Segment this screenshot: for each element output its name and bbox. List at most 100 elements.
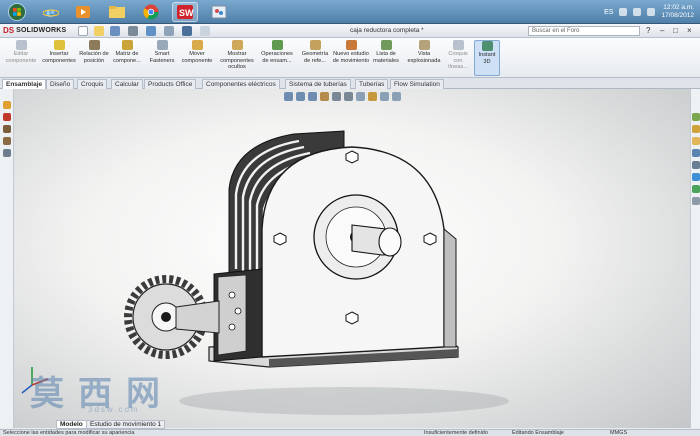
file-explorer-icon[interactable] (104, 2, 130, 22)
command-manager: Editar componente Insertar componentes R… (0, 38, 700, 78)
bill-of-materials-button[interactable]: Lista de materiales (370, 40, 402, 64)
solidworks-taskbar-icon[interactable]: SW (172, 2, 198, 22)
model-shadow (179, 387, 509, 415)
tab-tuberias[interactable]: Tuberías (355, 79, 389, 89)
new-motion-study-button[interactable]: Nuevo estudio de movimiento (332, 40, 370, 64)
app-titlebar: DS SOLIDWORKS caja reductora completa * … (0, 24, 700, 38)
status-units[interactable]: MMGS (610, 430, 627, 436)
svg-text:SW: SW (179, 8, 194, 18)
search-forum-input[interactable]: Buscar en el Foro (528, 26, 640, 36)
apply-scene-icon[interactable] (380, 92, 389, 101)
show-hidden-icon (231, 40, 243, 50)
tab-sistema-tuberias[interactable]: Sistema de tuberías (285, 79, 351, 89)
tab-calcular[interactable]: Calcular (111, 79, 143, 89)
status-bar: Seleccione las entidades para modificar … (0, 429, 700, 436)
internet-explorer-icon[interactable]: e (38, 2, 64, 22)
clock-date: 17/08/2012 (661, 12, 694, 19)
command-manager-tabs: Ensamblaje Diseño Croquis Calcular Produ… (0, 78, 700, 89)
undo-icon[interactable] (146, 26, 156, 36)
zoom-to-fit-icon[interactable] (284, 92, 293, 101)
solidworks-resources-icon[interactable] (692, 113, 700, 121)
rebuild-icon[interactable] (182, 26, 192, 36)
section-view-icon[interactable] (320, 92, 329, 101)
edit-component-button[interactable]: Editar componente (2, 40, 40, 64)
windows-logo-icon (8, 3, 26, 21)
tab-diseno[interactable]: Diseño (46, 79, 75, 89)
configuration-manager-icon[interactable] (3, 125, 11, 133)
show-hidden-components-button[interactable]: Mostrar componentes ocultos (218, 40, 256, 71)
display-manager-icon[interactable] (3, 149, 11, 157)
close-icon[interactable]: × (687, 26, 692, 35)
mate-icon (88, 40, 100, 50)
display-style-icon[interactable] (344, 92, 353, 101)
flag-icon[interactable] (647, 8, 656, 16)
explode-line-sketch-button[interactable]: Croquis con líneas... (444, 40, 472, 71)
file-explorer-pane-icon[interactable] (692, 137, 700, 145)
custom-properties-icon[interactable] (692, 185, 700, 193)
windows-taskbar: e SW ES 12:02 a.m. 17/08/2012 (0, 0, 700, 24)
feature-tree-icon[interactable] (3, 101, 11, 109)
assembly-features-button[interactable]: Operaciones de ensam... (258, 40, 296, 64)
chrome-icon[interactable] (138, 2, 164, 22)
solidworks-logo[interactable]: DS SOLIDWORKS (3, 26, 66, 35)
select-icon[interactable] (164, 26, 174, 36)
sprocket-hub (175, 300, 220, 334)
mate-button[interactable]: Relación de posición (78, 40, 110, 64)
options-icon[interactable] (200, 26, 210, 36)
model-tabs: Modelo Estudio de movimiento 1 (0, 420, 700, 429)
maximize-icon[interactable]: □ (673, 26, 678, 35)
feature-manager-strip (0, 89, 14, 428)
status-message: Seleccione las entidades para modificar … (3, 430, 135, 436)
reference-geometry-button[interactable]: Geometría de refe... (298, 40, 332, 64)
smart-fasteners-button[interactable]: Smart Fasteners (146, 40, 178, 64)
tab-croquis[interactable]: Croquis (77, 79, 108, 89)
component-pattern-button[interactable]: Matriz de compone... (110, 40, 144, 64)
save-icon[interactable] (110, 26, 120, 36)
media-player-icon[interactable] (70, 2, 96, 22)
shaft-end (378, 227, 402, 257)
appearances-icon[interactable] (692, 173, 700, 181)
tab-ensamblaje[interactable]: Ensamblaje (2, 79, 47, 89)
instant-3d-button[interactable]: Instant 3D (474, 40, 500, 76)
minimize-icon[interactable]: – (660, 26, 664, 35)
view-palette-icon[interactable] (692, 161, 700, 169)
tab-componentes-electricos[interactable]: Componentes eléctricos (202, 79, 280, 89)
edit-component-icon (15, 40, 27, 50)
open-folder-icon[interactable] (94, 26, 104, 36)
clock[interactable]: 12:02 a.m. 17/08/2012 (661, 4, 694, 20)
new-document-icon[interactable] (78, 26, 88, 36)
svg-text:e: e (46, 5, 55, 20)
zoom-to-area-icon[interactable] (296, 92, 305, 101)
tab-flow-simulation[interactable]: Flow Simulation (390, 79, 444, 89)
start-button[interactable] (4, 2, 30, 22)
tab-products-office[interactable]: Products Office (144, 79, 197, 89)
bill-of-materials-icon (380, 40, 392, 50)
previous-view-icon[interactable] (308, 92, 317, 101)
design-library-icon[interactable] (692, 125, 700, 133)
insert-components-icon (53, 40, 65, 50)
component-pattern-icon (121, 40, 133, 50)
edit-appearance-icon[interactable] (368, 92, 377, 101)
dimxpert-icon[interactable] (3, 137, 11, 145)
move-component-button[interactable]: Mover componente (178, 40, 216, 64)
move-component-icon (191, 40, 203, 50)
network-icon[interactable] (619, 8, 628, 16)
help-icon[interactable]: ? (646, 26, 650, 35)
insert-components-button[interactable]: Insertar componentes (40, 40, 78, 64)
tab-model[interactable]: Modelo (56, 420, 87, 429)
paint-icon[interactable] (206, 2, 232, 22)
search-pane-icon[interactable] (692, 149, 700, 157)
forum-icon[interactable] (692, 197, 700, 205)
heads-up-view-toolbar (284, 92, 401, 101)
hide-show-items-icon[interactable] (356, 92, 365, 101)
view-settings-icon[interactable] (392, 92, 401, 101)
property-manager-icon[interactable] (3, 113, 11, 121)
language-indicator[interactable]: ES (604, 9, 613, 16)
volume-icon[interactable] (633, 8, 642, 16)
print-icon[interactable] (128, 26, 138, 36)
view-orientation-icon[interactable] (332, 92, 341, 101)
exploded-view-button[interactable]: Vista explosionada (404, 40, 444, 64)
tab-motion-study[interactable]: Estudio de movimiento 1 (86, 420, 166, 429)
clock-time: 12:02 a.m. (663, 4, 694, 11)
exploded-view-icon (418, 40, 430, 50)
